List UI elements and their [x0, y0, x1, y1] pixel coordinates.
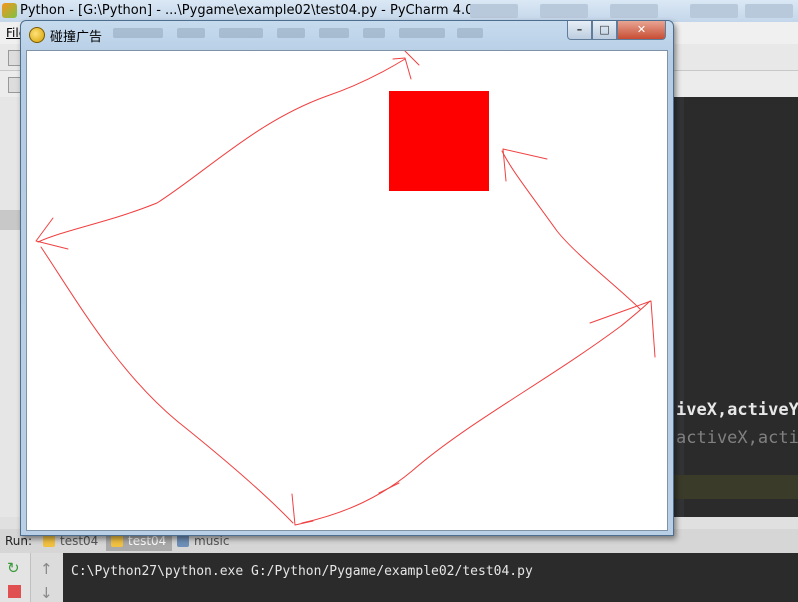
arrowhead-right [589, 300, 656, 358]
arrowhead-right-top [502, 148, 548, 182]
arrow-bottom-right-edge [301, 300, 651, 524]
run-actions-strip: ↻ [0, 553, 30, 602]
pygame-window[interactable]: 碰撞广告 – □ ✕ [20, 20, 674, 536]
run-console-panel: ↻ ↑ ↓ C:\Python27\python.exe G:/Python/P… [0, 553, 798, 602]
arrow-right-edge [501, 150, 641, 310]
ghost-menu-text [219, 28, 263, 38]
taskbar-ghost [690, 4, 738, 18]
run-tab-label: music [194, 534, 230, 548]
ghost-menu-text [319, 28, 349, 38]
arrowhead-bottom-mid [378, 482, 400, 494]
python-file-icon [111, 535, 123, 547]
selected-tree-row[interactable] [0, 210, 22, 230]
pygame-title-bar[interactable]: 碰撞广告 – □ ✕ [21, 21, 673, 47]
taskbar-ghost [470, 4, 518, 18]
run-tab-label: test04 [128, 534, 167, 548]
ghost-menu-text [177, 28, 205, 38]
console-output-line: C:\Python27\python.exe G:/Python/Pygame/… [71, 564, 533, 579]
python-file-icon [177, 535, 189, 547]
pygame-canvas[interactable] [26, 50, 668, 531]
project-tool-strip [0, 97, 22, 529]
pycharm-app-icon [2, 3, 17, 18]
maximize-button[interactable]: □ [592, 21, 617, 40]
ghost-menu-text [457, 28, 483, 38]
code-editor[interactable] [672, 97, 798, 529]
pycharm-title-bar: Python - [G:\Python] - ...\Pygame\exampl… [0, 0, 798, 22]
arrow-down-icon[interactable]: ↓ [40, 586, 53, 601]
ghost-menu-text [399, 28, 445, 38]
rerun-icon[interactable]: ↻ [7, 561, 20, 576]
close-button[interactable]: ✕ [617, 21, 666, 40]
pycharm-window-title: Python - [G:\Python] - ...\Pygame\exampl… [20, 3, 486, 18]
hand-drawn-arrows [35, 51, 656, 526]
ghost-menu-text [113, 28, 163, 38]
run-tab-label: test04 [60, 534, 99, 548]
taskbar-ghost [610, 4, 658, 18]
run-scroll-strip: ↑ ↓ [30, 553, 63, 602]
stop-icon[interactable] [8, 585, 21, 598]
pygame-snake-icon [29, 27, 45, 43]
taskbar-ghost [745, 4, 793, 18]
arrowhead-left [35, 217, 69, 250]
arrow-bottom-left-edge [40, 246, 294, 524]
taskbar-ghost [540, 4, 588, 18]
arrow-up-icon[interactable]: ↑ [40, 562, 53, 577]
python-file-icon [43, 535, 55, 547]
arrowhead-top-tail [404, 51, 420, 66]
ghost-menu-text [363, 28, 385, 38]
pygame-window-title: 碰撞广告 [50, 30, 103, 45]
ghost-menu-text [277, 28, 305, 38]
run-label: Run: [5, 534, 33, 548]
code-line: activeX,activ [676, 428, 798, 448]
current-line-highlight [672, 475, 798, 499]
arrowhead-bottom [291, 493, 314, 526]
minimize-button[interactable]: – [567, 21, 592, 40]
arrow-top-left-edge [37, 58, 406, 243]
code-line: iveX,activeY, [676, 400, 798, 420]
